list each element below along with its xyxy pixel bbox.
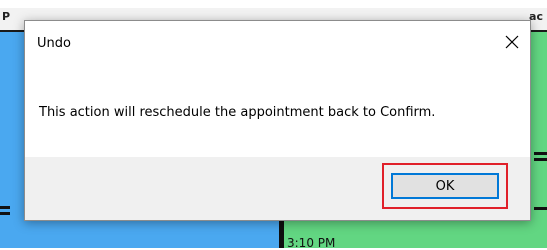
background-tab-left[interactable]: P <box>2 10 10 23</box>
calendar-marker <box>534 207 547 210</box>
calendar-marker <box>0 212 10 215</box>
close-button[interactable] <box>496 27 528 57</box>
close-icon <box>505 35 519 49</box>
background-tab-right[interactable]: ac <box>529 10 543 23</box>
calendar-marker <box>534 158 547 161</box>
ok-button[interactable]: OK <box>391 173 499 199</box>
calendar-marker <box>0 206 10 209</box>
dialog-title: Undo <box>37 36 71 51</box>
dialog-titlebar[interactable]: Undo <box>25 21 530 65</box>
calendar-marker <box>534 152 547 155</box>
dialog-message: This action will reschedule the appointm… <box>39 105 436 120</box>
undo-dialog: Undo This action will reschedule the app… <box>24 20 531 221</box>
